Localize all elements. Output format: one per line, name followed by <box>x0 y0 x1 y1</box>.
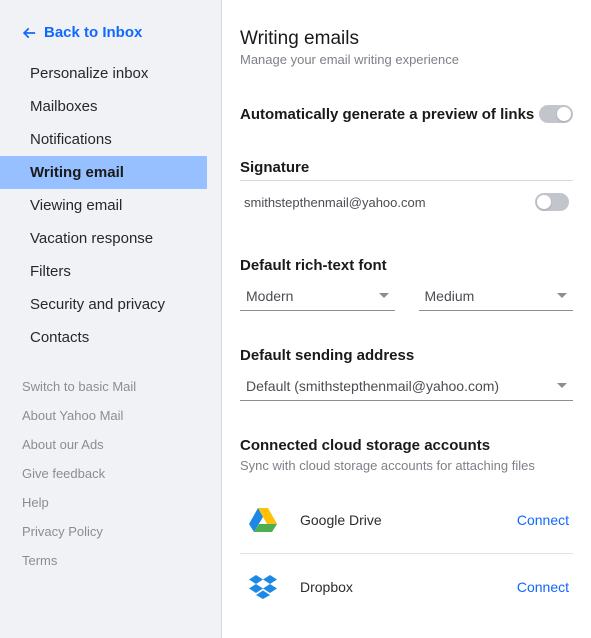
preview-links-toggle[interactable] <box>539 105 573 123</box>
google-drive-icon <box>244 501 282 539</box>
font-family-select[interactable]: Modern <box>240 280 395 311</box>
sidebar-item-filters[interactable]: Filters <box>0 255 221 288</box>
page-subtitle: Manage your email writing experience <box>240 52 573 67</box>
footer-link-basic-mail[interactable]: Switch to basic Mail <box>0 372 221 401</box>
sidebar-item-contacts[interactable]: Contacts <box>0 321 221 354</box>
caret-down-icon <box>557 291 567 301</box>
signature-toggle[interactable] <box>535 193 569 211</box>
caret-down-icon <box>557 381 567 391</box>
cloud-item-name: Google Drive <box>300 512 517 528</box>
footer-link-privacy-policy[interactable]: Privacy Policy <box>0 517 221 546</box>
dropbox-icon <box>244 568 282 606</box>
font-size-value: Medium <box>425 288 475 304</box>
sending-section-title: Default sending address <box>240 347 573 364</box>
cloud-section-subtitle: Sync with cloud storage accounts for att… <box>240 458 573 473</box>
sidebar-item-personalize-inbox[interactable]: Personalize inbox <box>0 57 221 90</box>
footer-link-give-feedback[interactable]: Give feedback <box>0 459 221 488</box>
signature-section-title: Signature <box>240 159 573 176</box>
connect-google-drive-button[interactable]: Connect <box>517 512 569 528</box>
signature-row: smithstepthenmail@yahoo.com <box>240 180 573 221</box>
back-to-inbox-label: Back to Inbox <box>44 24 142 41</box>
footer-link-about-yahoo-mail[interactable]: About Yahoo Mail <box>0 401 221 430</box>
sending-address-select[interactable]: Default (smithstepthenmail@yahoo.com) <box>240 370 573 401</box>
preview-links-label: Automatically generate a preview of link… <box>240 106 534 123</box>
sidebar-item-security-privacy[interactable]: Security and privacy <box>0 288 221 321</box>
cloud-item-google-drive: Google Drive Connect <box>240 487 573 554</box>
sidebar-item-notifications[interactable]: Notifications <box>0 123 221 156</box>
settings-nav: Personalize inbox Mailboxes Notification… <box>0 57 221 354</box>
signature-email: smithstepthenmail@yahoo.com <box>244 195 426 210</box>
page-title: Writing emails <box>240 28 573 50</box>
footer-link-about-our-ads[interactable]: About our Ads <box>0 430 221 459</box>
cloud-item-name: Dropbox <box>300 579 517 595</box>
footer-link-help[interactable]: Help <box>0 488 221 517</box>
connect-dropbox-button[interactable]: Connect <box>517 579 569 595</box>
sidebar-item-vacation-response[interactable]: Vacation response <box>0 222 221 255</box>
back-to-inbox-link[interactable]: Back to Inbox <box>0 20 221 55</box>
arrow-left-icon <box>22 26 36 40</box>
sidebar-item-viewing-email[interactable]: Viewing email <box>0 189 221 222</box>
footer-link-terms[interactable]: Terms <box>0 546 221 575</box>
cloud-item-dropbox: Dropbox Connect <box>240 554 573 620</box>
cloud-section-title: Connected cloud storage accounts <box>240 437 573 454</box>
font-section-title: Default rich-text font <box>240 257 573 274</box>
caret-down-icon <box>379 291 389 301</box>
sidebar-item-writing-email[interactable]: Writing email <box>0 156 207 189</box>
sending-address-value: Default (smithstepthenmail@yahoo.com) <box>246 378 499 394</box>
font-family-value: Modern <box>246 288 293 304</box>
sidebar-item-mailboxes[interactable]: Mailboxes <box>0 90 221 123</box>
footer-nav: Switch to basic Mail About Yahoo Mail Ab… <box>0 372 221 575</box>
font-size-select[interactable]: Medium <box>419 280 574 311</box>
